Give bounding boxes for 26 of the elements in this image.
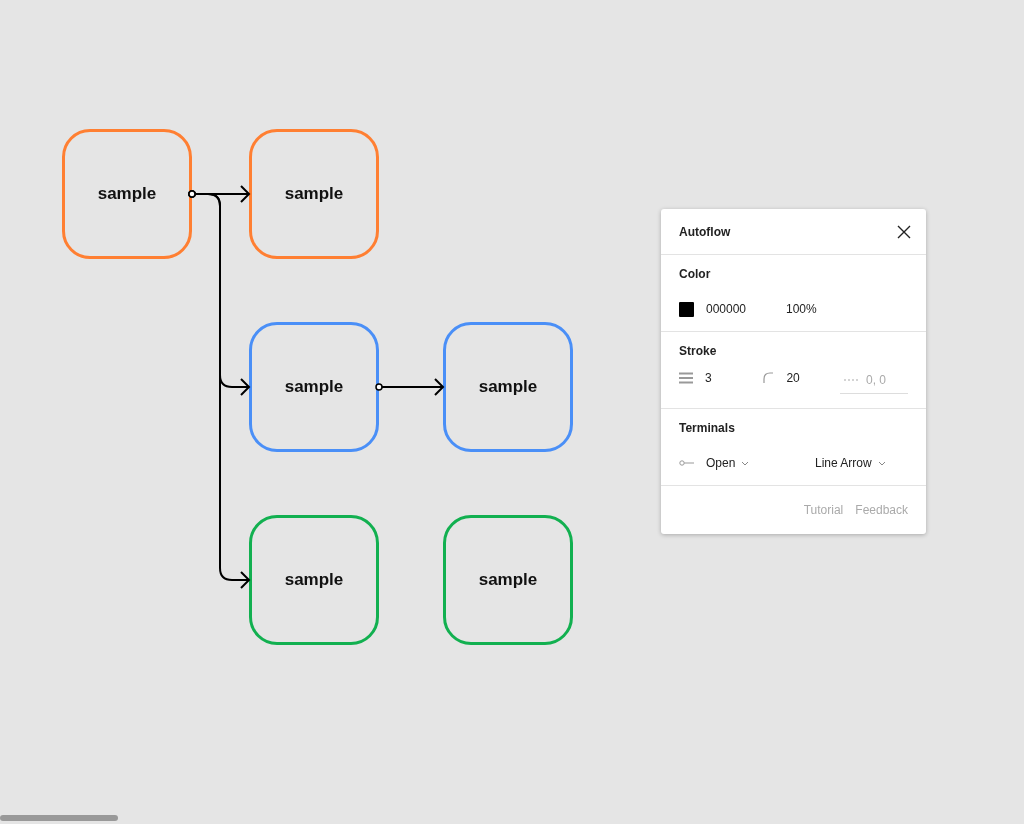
circle-line-icon [679,459,694,467]
end-terminal-dropdown[interactable]: Line Arrow [815,456,886,470]
section-heading: Stroke [679,344,718,358]
corner-radius-value[interactable]: 20 [786,371,800,385]
sample-node: sample [62,129,192,259]
stroke-weight-icon [679,372,693,384]
panel-title: Autoflow [679,224,731,239]
chevron-down-icon [741,460,750,466]
dash-field[interactable]: 0, 0 [840,370,908,394]
sample-node: sample [249,515,379,645]
chevron-down-icon [877,460,886,466]
close-button[interactable] [897,224,911,239]
start-terminal-dropdown[interactable]: Open [706,456,750,470]
sample-node: sample [443,322,573,452]
color-swatch[interactable] [679,301,694,317]
stroke-weight-value[interactable]: 3 [705,371,712,385]
horizontal-scrollbar[interactable] [0,815,118,821]
corner-radius-icon [763,372,775,384]
opacity-value[interactable]: 100% [786,302,817,316]
section-heading: Terminals [679,421,736,435]
section-heading: Color [679,267,712,281]
sample-node: sample [443,515,573,645]
hex-value[interactable]: 000000 [706,302,786,316]
sample-node: sample [249,322,379,452]
sample-node: sample [249,129,379,259]
dash-icon [844,377,858,382]
